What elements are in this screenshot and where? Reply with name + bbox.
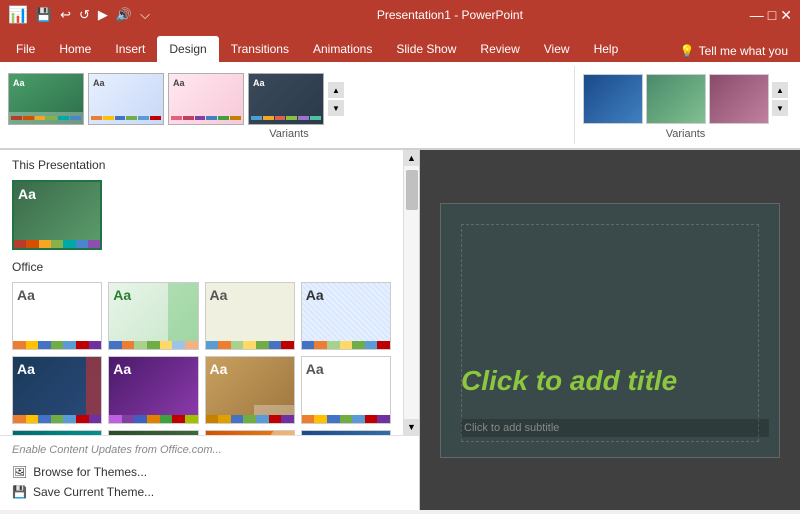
scroll-down-btn[interactable]: ▼ [404,419,420,435]
window-title: Presentation1 - PowerPoint [377,8,523,22]
variant-thumb-3[interactable]: Aa [168,73,244,125]
theme-card-6[interactable]: Aa [205,356,295,424]
variant-thumb-4[interactable]: Aa [248,73,324,125]
theme-card-11[interactable]: Aa [301,430,391,435]
tab-file[interactable]: File [4,36,47,62]
themes-scroll-down[interactable]: ▼ [328,100,344,116]
ppt-icon: 📊 [8,5,28,25]
tab-review[interactable]: Review [468,36,531,62]
close-btn[interactable]: ✕ [780,7,792,24]
main-content: This Presentation Aa [0,150,800,510]
tab-transitions[interactable]: Transitions [219,36,301,62]
theme-card-current[interactable]: Aa [12,180,102,250]
panel-footer: Enable Content Updates from Office.com..… [0,435,419,510]
window-controls: — □ ✕ [750,7,792,24]
tab-design[interactable]: Design [157,36,218,62]
variants-group-label: Variants [583,128,788,144]
slide-area: Click to add title Click to add subtitle [420,150,800,510]
tell-me-area[interactable]: 💡 Tell me what you [672,40,796,62]
tab-help[interactable]: Help [582,36,631,62]
quick-present-icon[interactable]: ▶ [98,7,108,23]
tab-slideshow[interactable]: Slide Show [384,36,468,62]
minimize-btn[interactable]: — [750,7,764,24]
themes-scrollbar[interactable]: ▲ ▼ [403,150,419,435]
variant-thumb-1[interactable]: Aa [8,73,84,125]
tab-view[interactable]: View [532,36,582,62]
variant-color-3[interactable] [709,74,769,124]
tab-animations[interactable]: Animations [301,36,384,62]
lightbulb-icon: 💡 [680,44,695,58]
tab-insert[interactable]: Insert [103,36,157,62]
this-presentation-label: This Presentation [12,158,391,172]
theme-card-1[interactable]: Aa [108,282,198,350]
variant-thumb-2[interactable]: Aa [88,73,164,125]
slide-title[interactable]: Click to add title [461,365,769,397]
variants-label: Variants [8,128,570,144]
tab-home[interactable]: Home [47,36,103,62]
footer-note: Enable Content Updates from Office.com..… [12,444,407,456]
theme-card-9[interactable]: Aa [108,430,198,435]
variants-scroll-down[interactable]: ▼ [772,100,788,116]
slide-border [461,224,759,442]
themes-list: This Presentation Aa [0,150,403,435]
theme-card-4[interactable]: Aa [12,356,102,424]
quick-dropdown-icon[interactable]: ⌵ [140,7,150,23]
variant-color-1[interactable] [583,74,643,124]
slide-canvas[interactable]: Click to add title Click to add subtitle [440,203,780,458]
save-icon: 💾 [12,485,27,499]
titlebar-left: 📊 💾 ↩ ↺ ▶ 🔊 ⌵ [8,5,150,25]
tell-me-text: Tell me what you [699,44,788,58]
office-themes-grid: Aa Aa [12,282,391,435]
theme-card-10[interactable]: Aa [205,430,295,435]
quick-undo-icon[interactable]: ↩ [60,7,71,23]
theme-card-5[interactable]: Aa [108,356,198,424]
quick-redo-icon[interactable]: ↺ [79,7,90,23]
save-theme-link[interactable]: 💾 Save Current Theme... [12,482,407,502]
theme-card-7[interactable]: Aa [301,356,391,424]
quick-audio-icon[interactable]: 🔊 [116,7,132,23]
ribbon-tabs: File Home Insert Design Transitions Anim… [0,30,800,62]
themes-scroll-up[interactable]: ▲ [328,82,344,98]
variant-color-2[interactable] [646,74,706,124]
theme-card-0[interactable]: Aa [12,282,102,350]
office-label: Office [12,260,391,274]
ribbon-body: Aa Aa [0,62,800,150]
theme-card-2[interactable]: Aa [205,282,295,350]
browse-icon: 🖼 [12,465,27,479]
this-presentation-grid: Aa [12,180,391,250]
scroll-thumb[interactable] [406,170,418,210]
quick-save-icon[interactable]: 💾 [36,7,52,23]
maximize-btn[interactable]: □ [768,7,776,24]
browse-themes-link[interactable]: 🖼 Browse for Themes... [12,462,407,482]
theme-card-8[interactable]: Aa [12,430,102,435]
titlebar: 📊 💾 ↩ ↺ ▶ 🔊 ⌵ Presentation1 - PowerPoint… [0,0,800,30]
themes-panel: This Presentation Aa [0,150,420,510]
theme-card-3[interactable]: Aa [301,282,391,350]
slide-subtitle[interactable]: Click to add subtitle [461,419,769,437]
scroll-up-btn[interactable]: ▲ [404,150,420,166]
variants-scroll-up[interactable]: ▲ [772,82,788,98]
